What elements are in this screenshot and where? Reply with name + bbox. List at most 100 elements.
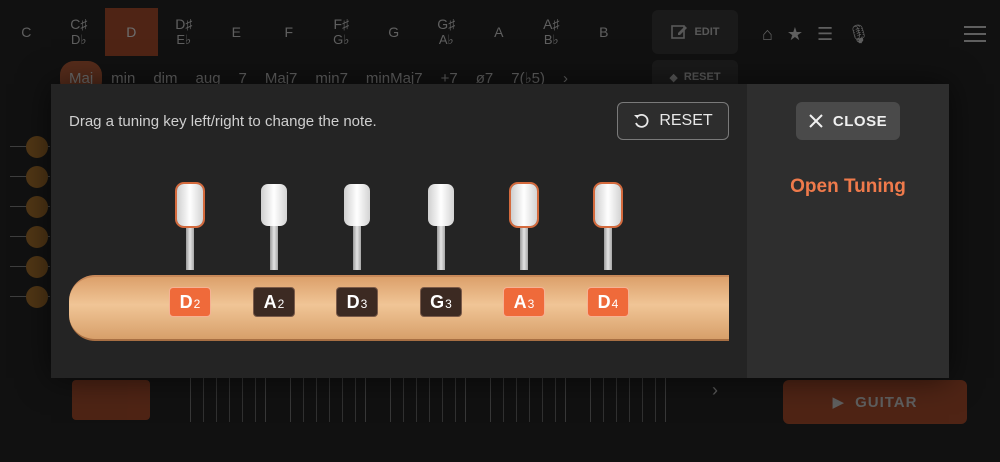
note-selector: C C♯ D♭ D D♯ E♭ E F F♯ G♭ G G♯ A♭ A A♯ B♭ B bbox=[0, 8, 640, 56]
filter-icon[interactable]: ☰ bbox=[817, 24, 833, 45]
diamond-icon: ◆ bbox=[669, 71, 678, 84]
note-label: B bbox=[599, 24, 609, 40]
tuning-key-string-3[interactable] bbox=[428, 184, 454, 226]
note-c[interactable]: C bbox=[0, 8, 53, 56]
star-icon[interactable]: ★ bbox=[787, 24, 803, 45]
string-marker bbox=[26, 256, 48, 278]
tuning-instruction: Drag a tuning key left/right to change t… bbox=[69, 113, 377, 130]
background-reset-label: RESET bbox=[683, 71, 721, 83]
tuning-name: Open Tuning bbox=[790, 176, 906, 197]
string-note-chip[interactable]: D4 bbox=[587, 287, 629, 317]
top-toolbar: ⌂ ★ ☰ 🎙 bbox=[762, 24, 870, 45]
play-guitar-button[interactable]: ▶ GUITAR bbox=[783, 380, 967, 424]
chord-diagram[interactable] bbox=[190, 378, 266, 422]
chevron-right-icon[interactable]: › bbox=[712, 380, 718, 401]
note-alt-label: E♭ bbox=[176, 32, 192, 47]
note-octave: 4 bbox=[611, 297, 619, 311]
edit-label: EDIT bbox=[694, 26, 720, 38]
note-b[interactable]: B bbox=[578, 8, 631, 56]
chord-diagram[interactable] bbox=[590, 378, 666, 422]
note-letter: A bbox=[263, 292, 277, 312]
string-marker bbox=[26, 166, 48, 188]
tuning-side-panel: CLOSE Open Tuning bbox=[747, 84, 949, 378]
note-g[interactable]: G bbox=[368, 8, 421, 56]
note-f[interactable]: F bbox=[263, 8, 316, 56]
reset-icon bbox=[634, 113, 649, 128]
string-marker bbox=[26, 196, 48, 218]
menu-icon[interactable] bbox=[964, 26, 986, 42]
note-label: F bbox=[284, 24, 294, 40]
chord-diagram-row bbox=[70, 378, 770, 422]
string-note-chip[interactable]: D3 bbox=[336, 287, 378, 317]
note-alt-label: G♭ bbox=[333, 32, 350, 47]
note-letter: D bbox=[179, 292, 193, 312]
tuning-key-string-5[interactable] bbox=[261, 184, 287, 226]
note-letter: G bbox=[430, 292, 445, 312]
note-label: D bbox=[126, 24, 137, 40]
string-marker bbox=[26, 286, 48, 308]
note-alt-label: D♭ bbox=[70, 32, 87, 47]
string-note-chip[interactable]: G3 bbox=[420, 287, 462, 317]
guitar-label: GUITAR bbox=[855, 393, 918, 411]
note-label: C bbox=[21, 24, 32, 40]
note-label: G bbox=[388, 24, 400, 40]
note-label: C♯ bbox=[70, 16, 88, 32]
close-label: CLOSE bbox=[832, 112, 888, 130]
note-letter: A bbox=[513, 292, 527, 312]
note-alt-label: A♭ bbox=[438, 32, 454, 47]
note-label: D♯ bbox=[175, 16, 193, 32]
app-root: C C♯ D♭ D D♯ E♭ E F F♯ G♭ G G♯ A♭ A A♯ B♭ B E… bbox=[0, 0, 1000, 462]
note-a-sharp[interactable]: A♯ B♭ bbox=[525, 8, 578, 56]
note-octave: 2 bbox=[193, 297, 201, 311]
tuning-key-string-1[interactable] bbox=[595, 184, 621, 226]
note-e[interactable]: E bbox=[210, 8, 263, 56]
home-icon[interactable]: ⌂ bbox=[762, 24, 773, 45]
note-octave: 3 bbox=[527, 297, 535, 311]
note-letter: D bbox=[597, 292, 611, 312]
note-label: A bbox=[494, 24, 504, 40]
note-octave: 3 bbox=[445, 297, 452, 311]
tuning-key-string-2[interactable] bbox=[511, 184, 537, 226]
edit-button[interactable]: EDIT bbox=[652, 10, 738, 54]
reset-tuning-button[interactable]: RESET bbox=[617, 102, 729, 140]
note-label: A♯ bbox=[543, 16, 560, 32]
chord-diagram[interactable] bbox=[290, 378, 366, 422]
mic-icon[interactable]: 🎙 bbox=[847, 24, 870, 45]
guitar-headstock bbox=[69, 275, 729, 341]
string-note-chip[interactable]: A3 bbox=[503, 287, 545, 317]
tuning-peg-post bbox=[270, 224, 278, 270]
string-marker bbox=[26, 226, 48, 248]
chord-diagram[interactable] bbox=[490, 378, 566, 422]
tuning-peg-post bbox=[520, 224, 528, 270]
note-d-sharp[interactable]: D♯ E♭ bbox=[158, 8, 211, 56]
tuning-key-string-4[interactable] bbox=[344, 184, 370, 226]
edit-icon bbox=[671, 25, 688, 39]
note-octave: 2 bbox=[277, 297, 285, 311]
close-icon bbox=[809, 114, 823, 128]
note-f-sharp[interactable]: F♯ G♭ bbox=[315, 8, 368, 56]
tuning-peg-post bbox=[353, 224, 361, 270]
note-label: E bbox=[231, 24, 241, 40]
note-label: F♯ bbox=[333, 16, 350, 32]
close-button[interactable]: CLOSE bbox=[796, 102, 900, 140]
string-marker bbox=[26, 136, 48, 158]
play-icon: ▶ bbox=[832, 394, 846, 411]
tuning-dialog: Drag a tuning key left/right to change t… bbox=[51, 84, 949, 378]
reset-label: RESET bbox=[659, 112, 713, 129]
string-markers bbox=[26, 136, 48, 316]
note-a[interactable]: A bbox=[473, 8, 526, 56]
string-note-chip[interactable]: A2 bbox=[253, 287, 295, 317]
note-d[interactable]: D bbox=[105, 8, 158, 56]
note-octave: 3 bbox=[360, 297, 368, 311]
note-label: G♯ bbox=[437, 16, 456, 32]
note-letter: D bbox=[346, 292, 360, 312]
tuning-peg-post bbox=[604, 224, 612, 270]
chord-diagram[interactable] bbox=[390, 378, 466, 422]
note-c-sharp[interactable]: C♯ D♭ bbox=[53, 8, 106, 56]
selected-diagram[interactable] bbox=[72, 380, 150, 420]
tuning-peg-post bbox=[186, 224, 194, 270]
tuning-peg-post bbox=[437, 224, 445, 270]
tuning-key-string-6[interactable] bbox=[177, 184, 203, 226]
string-note-chip[interactable]: D2 bbox=[169, 287, 211, 317]
note-g-sharp[interactable]: G♯ A♭ bbox=[420, 8, 473, 56]
